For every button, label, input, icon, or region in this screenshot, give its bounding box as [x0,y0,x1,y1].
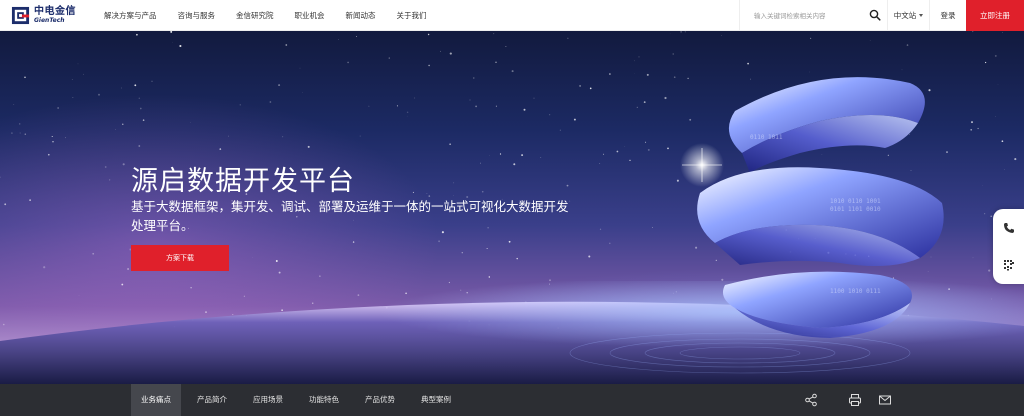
download-solution-button[interactable]: 方案下载 [131,245,229,271]
tab-pain-points[interactable]: 业务痛点 [131,384,181,416]
hero-title: 源启数据开发平台 [131,166,355,197]
header-actions: 中文站 登录 立即注册 [739,0,1024,31]
nav-item-research[interactable]: 金信研究院 [236,10,274,21]
phone-icon[interactable] [1003,222,1015,234]
print-icon[interactable] [848,393,862,407]
tab-use-cases[interactable]: 应用场景 [243,384,293,416]
main-nav: 解决方案与产品 咨询与服务 金信研究院 职业机会 新闻动态 关于我们 [104,10,448,21]
svg-text:1010 0110 1001: 1010 0110 1001 [830,198,881,205]
section-tabs: 业务痛点 产品简介 应用场景 功能特色 产品优势 典型案例 [131,384,467,416]
search-box [739,0,888,31]
svg-text:0101 1101 0010: 0101 1101 0010 [830,206,881,213]
search-icon[interactable] [869,9,881,21]
tab-features[interactable]: 功能特色 [299,384,349,416]
tab-advantages[interactable]: 产品优势 [355,384,405,416]
section-tab-bar: 业务痛点 产品简介 应用场景 功能特色 产品优势 典型案例 [0,384,1024,416]
logo-text: 中电金信 GienTech [34,5,76,24]
share-icon[interactable] [804,393,818,407]
tab-case-studies[interactable]: 典型案例 [411,384,461,416]
data-sphere-graphic: 1010 0110 1001 0101 1101 0010 1100 1010 … [680,77,944,338]
logo[interactable]: 中电金信 GienTech [11,6,91,25]
language-switcher[interactable]: 中文站 [888,0,930,31]
share-tools [804,384,1024,416]
hero-description: 基于大数据框架，集开发、调试、部署及运维于一体的一站式可视化大数据开发处理平台。 [131,199,569,233]
nav-item-news[interactable]: 新闻动态 [346,10,376,21]
hero-banner: 1010 0110 1001 0101 1101 0010 1100 1010 … [0,31,1024,384]
search-input[interactable] [754,11,854,20]
tab-product-intro[interactable]: 产品简介 [187,384,237,416]
logo-name-en: GienTech [34,16,65,24]
nav-item-consulting[interactable]: 咨询与服务 [178,10,216,21]
nav-item-solutions[interactable]: 解决方案与产品 [104,10,157,21]
nav-item-careers[interactable]: 职业机会 [295,10,325,21]
svg-text:1100 1010 0111: 1100 1010 0111 [830,288,881,295]
side-contact-panel [993,209,1024,284]
language-label: 中文站 [893,11,917,20]
top-header: 中电金信 GienTech 解决方案与产品 咨询与服务 金信研究院 职业机会 新… [0,0,1024,31]
logo-name-cn: 中电金信 [34,5,76,17]
logo-mark-icon [11,6,30,24]
mail-icon[interactable] [878,393,892,407]
login-link[interactable]: 登录 [930,10,966,21]
register-button[interactable]: 立即注册 [966,0,1024,31]
svg-text:0110 1011: 0110 1011 [750,134,783,141]
qrcode-icon[interactable] [1003,259,1015,271]
chevron-down-icon [919,14,924,17]
nav-item-about[interactable]: 关于我们 [397,10,427,21]
